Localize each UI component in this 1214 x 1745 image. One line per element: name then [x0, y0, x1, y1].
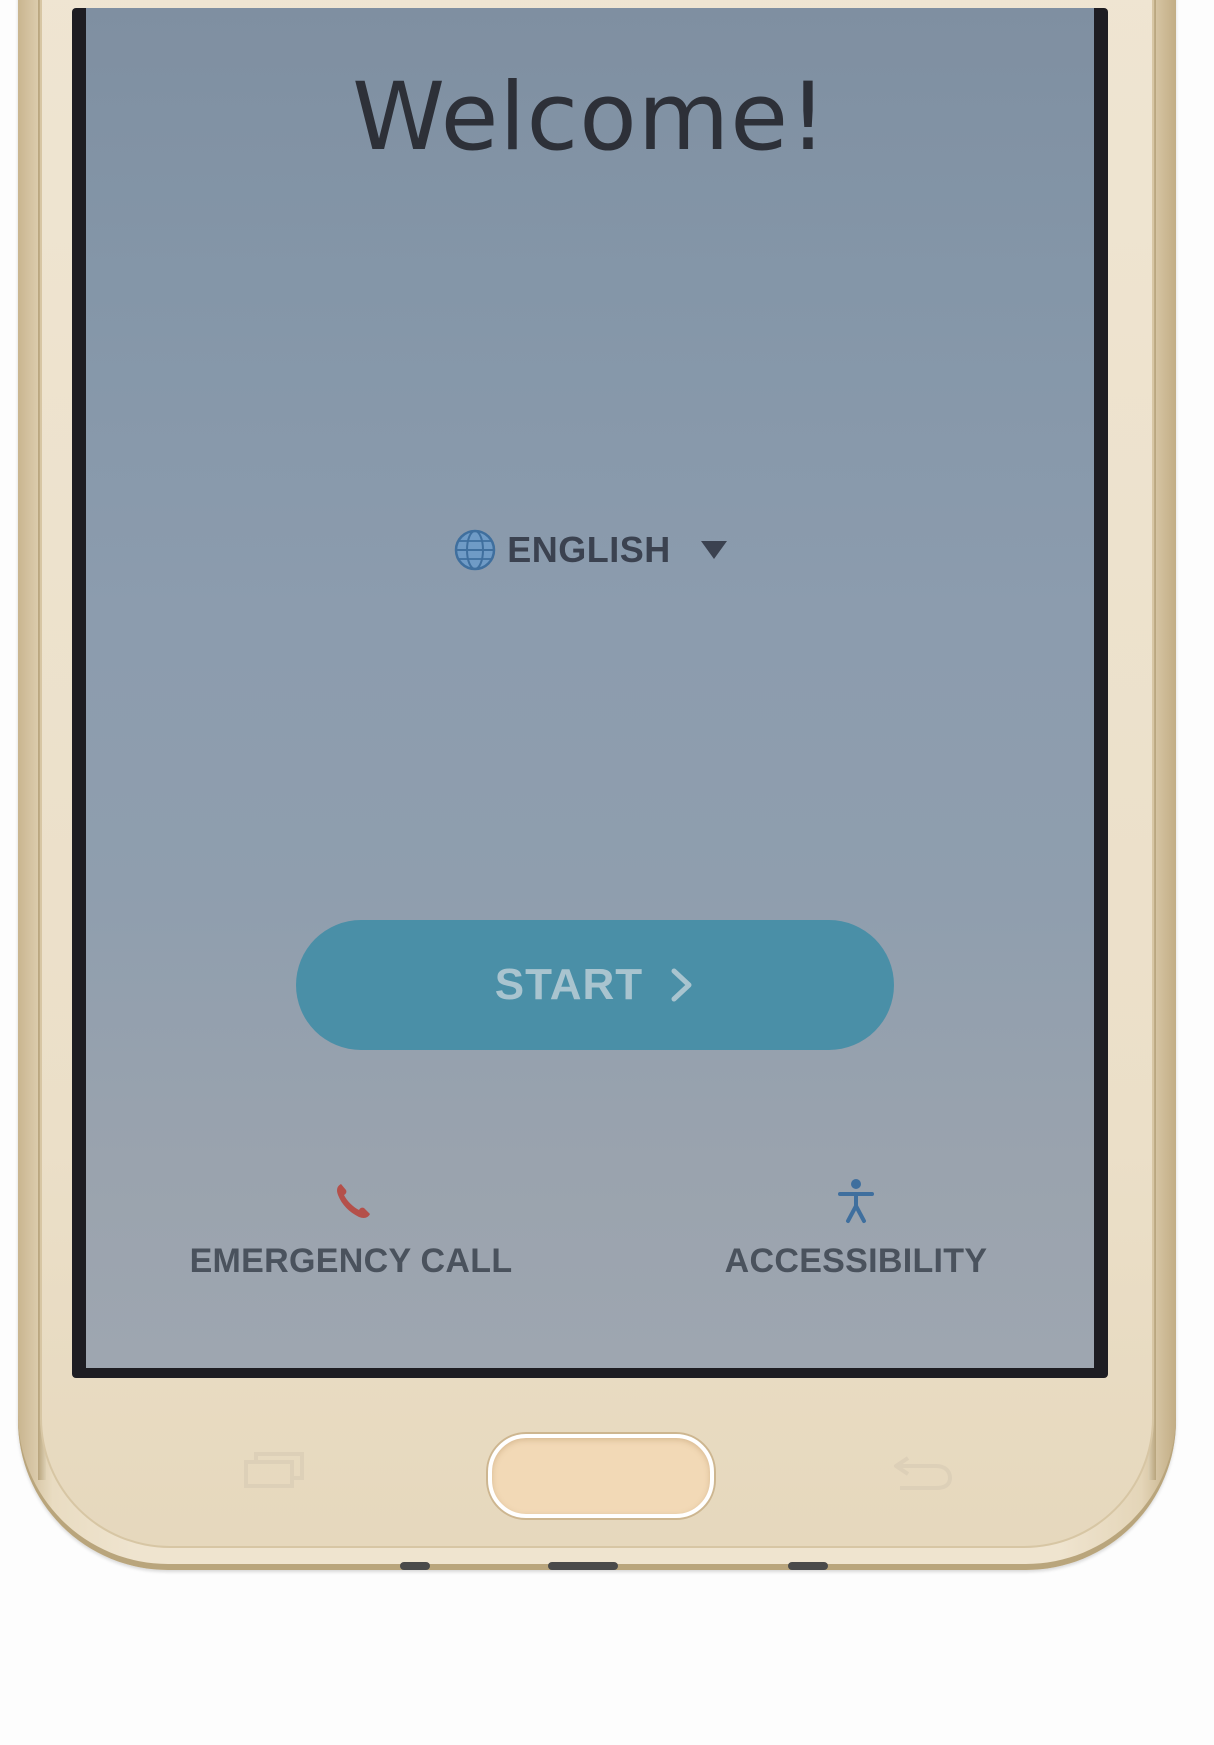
start-button[interactable]: START [296, 920, 894, 1050]
emergency-call-label: EMERGENCY CALL [189, 1242, 513, 1280]
accessibility-button[interactable]: ACCESSIBILITY [706, 1178, 1006, 1281]
bottom-mic [400, 1562, 430, 1570]
recent-apps-key[interactable] [240, 1450, 310, 1490]
chevron-right-icon [671, 968, 692, 1002]
welcome-title: Welcome! [352, 63, 828, 172]
back-key[interactable] [886, 1452, 956, 1492]
bottom-speaker [788, 1562, 828, 1570]
home-key[interactable] [488, 1434, 714, 1518]
dropdown-caret-icon [700, 541, 727, 559]
globe-icon [454, 529, 496, 571]
bottom-port [548, 1562, 618, 1570]
accessibility-icon [838, 1179, 874, 1223]
phone-icon [337, 1184, 370, 1218]
photo-stage: Welcome! ENGLISH START EMERGENCY CALL AC… [0, 0, 1214, 1745]
language-label: ENGLISH [507, 529, 671, 570]
phone-screen: Welcome! ENGLISH START EMERGENCY CALL AC… [72, 8, 1108, 1378]
setup-wizard-screen: Welcome! ENGLISH START EMERGENCY CALL AC… [86, 8, 1094, 1368]
emergency-call-button[interactable]: EMERGENCY CALL [186, 1178, 516, 1281]
language-selector[interactable]: ENGLISH [86, 528, 1094, 572]
start-button-label: START [494, 960, 644, 1009]
accessibility-label: ACCESSIBILITY [724, 1242, 988, 1280]
